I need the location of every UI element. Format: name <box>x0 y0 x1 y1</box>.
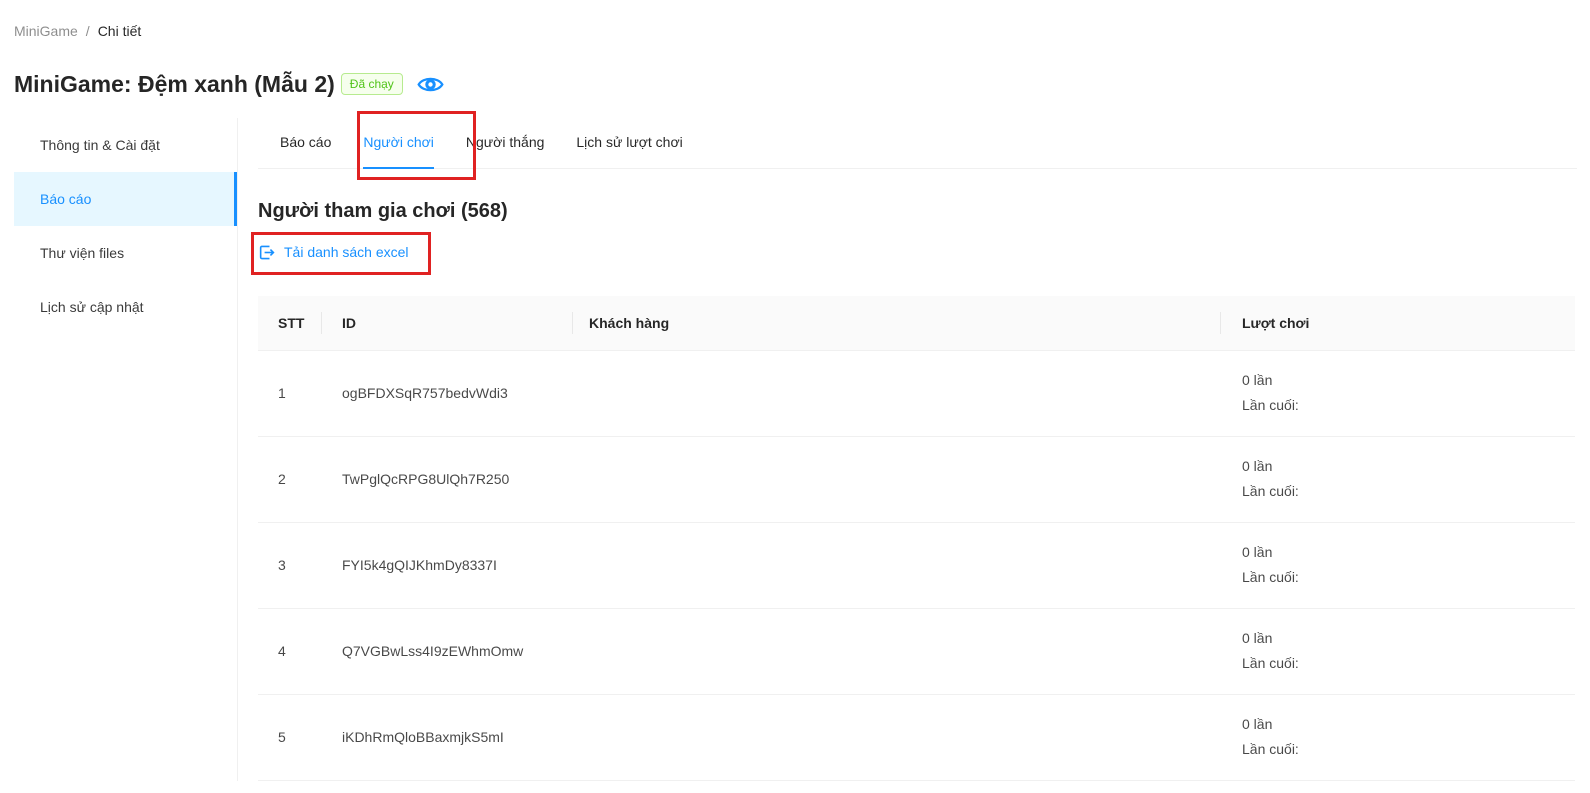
cell-stt: 3 <box>258 557 322 573</box>
plays-count: 0 lần <box>1242 454 1575 479</box>
cell-plays: 0 lần Lần cuối: <box>1221 712 1575 762</box>
breadcrumb: MiniGame / Chi tiết <box>0 0 1590 42</box>
cell-stt: 4 <box>258 643 322 659</box>
section-title: Người tham gia chơi (568) <box>258 197 1590 225</box>
plays-count: 0 lần <box>1242 540 1575 565</box>
table-row: 1 ogBFDXSqR757bedvWdi3 0 lần Lần cuối: <box>258 351 1575 437</box>
minigame-detail-page: MiniGame / Chi tiết MiniGame: Đệm xanh (Mẫ… <box>0 0 1590 793</box>
sidebar-item-bao-cao[interactable]: Báo cáo <box>14 172 237 226</box>
sidebar-item-thong-tin-cai-dat[interactable]: Thông tin & Cài đặt <box>14 118 237 172</box>
main-panel: Báo cáo Người chơi Người thắng Lịch sử l… <box>238 118 1590 781</box>
breadcrumb-item-current: Chi tiết <box>98 23 142 39</box>
breadcrumb-separator: / <box>86 23 90 39</box>
cell-id: ogBFDXSqR757bedvWdi3 <box>322 385 573 401</box>
tab-nguoi-choi[interactable]: Người chơi <box>363 118 434 169</box>
cell-id: Q7VGBwLss4I9zEWhmOmw <box>322 643 573 659</box>
cell-plays: 0 lần Lần cuối: <box>1221 626 1575 676</box>
column-header-stt: STT <box>258 315 322 331</box>
content-layout: Thông tin & Cài đặt Báo cáo Thư viện fil… <box>0 118 1590 781</box>
tab-bar: Báo cáo Người chơi Người thắng Lịch sử l… <box>258 118 1577 169</box>
sidebar-item-thu-vien-files[interactable]: Thư viện files <box>14 226 237 280</box>
tab-nguoi-thang[interactable]: Người thắng <box>466 118 544 169</box>
cell-stt: 2 <box>258 471 322 487</box>
table-row: 4 Q7VGBwLss4I9zEWhmOmw 0 lần Lần cuối: <box>258 609 1575 695</box>
tab-lich-su-luot-choi[interactable]: Lịch sử lượt chơi <box>576 118 682 169</box>
sidebar: Thông tin & Cài đặt Báo cáo Thư viện fil… <box>0 118 238 781</box>
plays-count: 0 lần <box>1242 626 1575 651</box>
table-header-row: STT ID Khách hàng Lượt chơi <box>258 296 1575 351</box>
page-title: MiniGame: Đệm xanh (Mẫu 2) <box>14 68 335 100</box>
tab-bao-cao[interactable]: Báo cáo <box>280 118 331 169</box>
last-play-label: Lần cuối: <box>1242 565 1575 590</box>
export-excel-link[interactable]: Tải danh sách excel <box>258 241 409 263</box>
column-header-khach-hang: Khách hàng <box>573 315 1221 331</box>
last-play-label: Lần cuối: <box>1242 393 1575 418</box>
table-row: 3 FYI5k4gQIJKhmDy8337I 0 lần Lần cuối: <box>258 523 1575 609</box>
export-link-label: Tải danh sách excel <box>284 241 409 263</box>
cell-plays: 0 lần Lần cuối: <box>1221 368 1575 418</box>
cell-id: FYI5k4gQIJKhmDy8337I <box>322 557 573 573</box>
status-badge: Đã chạy <box>341 73 403 95</box>
export-icon <box>258 244 275 261</box>
table-row: 5 iKDhRmQloBBaxmjkS5mI 0 lần Lần cuối: <box>258 695 1575 781</box>
sidebar-item-lich-su-cap-nhat[interactable]: Lịch sử cập nhật <box>14 280 237 334</box>
cell-plays: 0 lần Lần cuối: <box>1221 454 1575 504</box>
cell-plays: 0 lần Lần cuối: <box>1221 540 1575 590</box>
table-row: 2 TwPglQcRPG8UlQh7R250 0 lần Lần cuối: <box>258 437 1575 523</box>
column-header-id: ID <box>322 315 573 331</box>
players-table: STT ID Khách hàng Lượt chơi 1 ogBFDXSqR7… <box>258 296 1575 781</box>
plays-count: 0 lần <box>1242 368 1575 393</box>
cell-id: TwPglQcRPG8UlQh7R250 <box>322 471 573 487</box>
page-title-row: MiniGame: Đệm xanh (Mẫu 2) Đã chạy <box>14 68 1590 100</box>
breadcrumb-item-minigame[interactable]: MiniGame <box>14 23 78 39</box>
eye-icon[interactable] <box>417 74 444 95</box>
cell-stt: 1 <box>258 385 322 401</box>
column-header-luot-choi: Lượt chơi <box>1221 315 1575 331</box>
cell-stt: 5 <box>258 729 322 745</box>
last-play-label: Lần cuối: <box>1242 737 1575 762</box>
plays-count: 0 lần <box>1242 712 1575 737</box>
last-play-label: Lần cuối: <box>1242 651 1575 676</box>
last-play-label: Lần cuối: <box>1242 479 1575 504</box>
cell-id: iKDhRmQloBBaxmjkS5mI <box>322 729 573 745</box>
